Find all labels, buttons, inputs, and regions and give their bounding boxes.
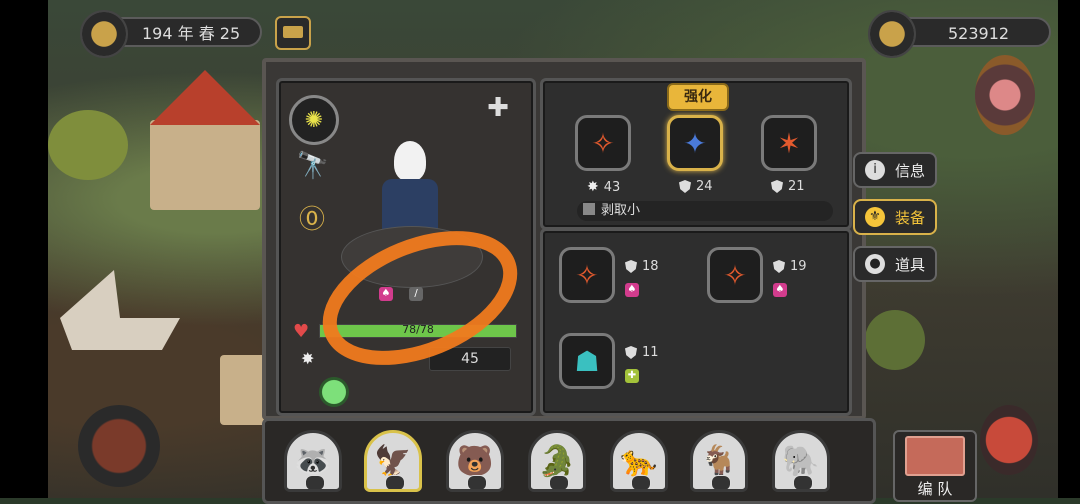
info-icon: i — [865, 160, 885, 180]
add-pet-icon[interactable]: ✚ — [481, 93, 515, 133]
role-tag — [549, 475, 569, 489]
inventory-slot-2[interactable]: ✧ — [707, 247, 763, 303]
gear-item-icon: ✶ — [777, 126, 801, 160]
role-tag — [305, 475, 325, 489]
equip-slot-3[interactable]: ✶ — [761, 115, 817, 171]
inventory-slot-3[interactable]: ☗ — [559, 333, 615, 389]
equip-value-2: 24 — [696, 179, 713, 194]
village-roof — [150, 70, 260, 125]
equip-slot-2[interactable]: ✦ — [667, 115, 723, 171]
role-tag — [467, 475, 487, 489]
screen-edge-right — [1058, 0, 1080, 498]
raccoon-portrait-icon: 🦝 — [294, 443, 332, 479]
goat-portrait-icon: 🐐 — [700, 443, 738, 479]
tab-items-label: 道具 — [895, 255, 926, 274]
trait-tag-icon: ♠ — [773, 283, 787, 297]
item-icon: ● — [865, 254, 885, 274]
equip-value-1: 43 — [603, 179, 621, 195]
village-house — [150, 120, 260, 210]
coin-amount: 523912 — [948, 24, 1010, 43]
inventory-stat-2: 19 — [773, 259, 807, 274]
trait-tag-icon: ✚ — [625, 369, 639, 383]
defense-icon — [625, 346, 637, 359]
equip-stat-3: 21 — [771, 179, 805, 194]
hero-avatar-right[interactable] — [975, 55, 1035, 135]
upgrade-label[interactable]: 强化 — [667, 83, 729, 111]
coin-icon — [868, 10, 916, 58]
team-member-4[interactable]: 🐊 — [528, 430, 586, 492]
equip-icon: ⚜ — [865, 207, 885, 227]
skill-icon — [583, 203, 595, 215]
armor-item-icon: ✦ — [683, 126, 707, 160]
tree — [48, 110, 128, 180]
eagle-portrait-icon: 🦅 — [374, 443, 412, 479]
inventory-value-1: 18 — [642, 259, 659, 274]
role-tag — [711, 475, 731, 489]
claw-item-icon: ✧ — [575, 258, 599, 292]
team-member-2[interactable]: 🦅 — [364, 430, 422, 492]
scroll-icon — [283, 26, 303, 38]
defense-icon — [773, 260, 785, 273]
trait-tag-icon: ♠ — [625, 283, 639, 297]
tab-equip[interactable]: ⚜ 装备 — [853, 199, 937, 235]
team-member-6[interactable]: 🐐 — [690, 430, 748, 492]
inventory-stat-1: 18 — [625, 259, 659, 274]
menu-button[interactable] — [275, 16, 311, 50]
equip-stat-2: 24 — [679, 179, 713, 194]
ship — [60, 270, 180, 350]
tree — [865, 310, 925, 370]
skill-row[interactable]: 剥取小 — [577, 201, 833, 221]
inventory-slot-1[interactable]: ✧ — [559, 247, 615, 303]
equip-slot-1[interactable]: ✧ — [575, 115, 631, 171]
team-member-5[interactable]: 🐆 — [610, 430, 668, 492]
mask-item-icon: ☗ — [574, 344, 600, 378]
team-formation-button[interactable]: 编 队 — [893, 430, 977, 502]
right-corner-badge[interactable] — [980, 405, 1038, 475]
telescope-icon[interactable]: 🔭 — [291, 151, 335, 189]
inventory-stat-3: 11 — [625, 345, 659, 360]
heart-icon: ♥ — [293, 321, 310, 342]
left-corner-badge[interactable] — [78, 405, 160, 487]
tab-items[interactable]: ● 道具 — [853, 246, 937, 282]
tab-info[interactable]: i 信息 — [853, 152, 937, 188]
attack-icon: ✸ — [587, 179, 599, 195]
elephant-portrait-icon: 🐘 — [782, 443, 820, 479]
skill-sun-icon[interactable]: ✺ — [289, 95, 339, 145]
defense-icon — [625, 260, 637, 273]
team-icon — [905, 436, 965, 476]
equipped-panel: 强化 ✧ ✦ ✶ ✸ 43 24 21 剥取小 — [540, 78, 852, 230]
season-moon-icon[interactable] — [80, 10, 128, 58]
leopard-portrait-icon: 🐆 — [620, 443, 658, 479]
claw-item-icon: ✧ — [591, 126, 615, 160]
potion-icon[interactable] — [319, 377, 349, 407]
inventory-value-3: 11 — [642, 345, 659, 360]
bear-portrait-icon: 🐻 — [456, 443, 494, 479]
defense-icon — [771, 180, 783, 193]
role-tag — [631, 475, 651, 489]
skill-text: 剥取小 — [601, 203, 641, 218]
role-tag — [793, 475, 813, 489]
upgrade-text: 强化 — [684, 89, 712, 105]
inventory-panel: ✧ 18 ♠ ✧ 19 ♠ ☗ 11 ✚ — [540, 228, 852, 416]
equip-stat-1: ✸ 43 — [587, 179, 620, 195]
screen-edge-left — [0, 0, 48, 498]
inventory-value-2: 19 — [790, 259, 807, 274]
claw-item-icon: ✧ — [723, 258, 747, 292]
team-label: 编 队 — [917, 480, 953, 498]
date-text: 194 年 春 25 — [142, 24, 241, 43]
tab-equip-label: 装备 — [895, 208, 926, 227]
tab-info-label: 信息 — [895, 161, 926, 180]
annotation-circle — [322, 231, 518, 365]
team-member-7[interactable]: 🐘 — [772, 430, 830, 492]
crocodile-portrait-icon: 🐊 — [538, 443, 576, 479]
defense-icon — [679, 180, 691, 193]
equip-value-3: 21 — [788, 179, 805, 194]
role-tag — [385, 475, 405, 489]
team-member-3[interactable]: 🐻 — [446, 430, 504, 492]
team-member-1[interactable]: 🦝 — [284, 430, 342, 492]
